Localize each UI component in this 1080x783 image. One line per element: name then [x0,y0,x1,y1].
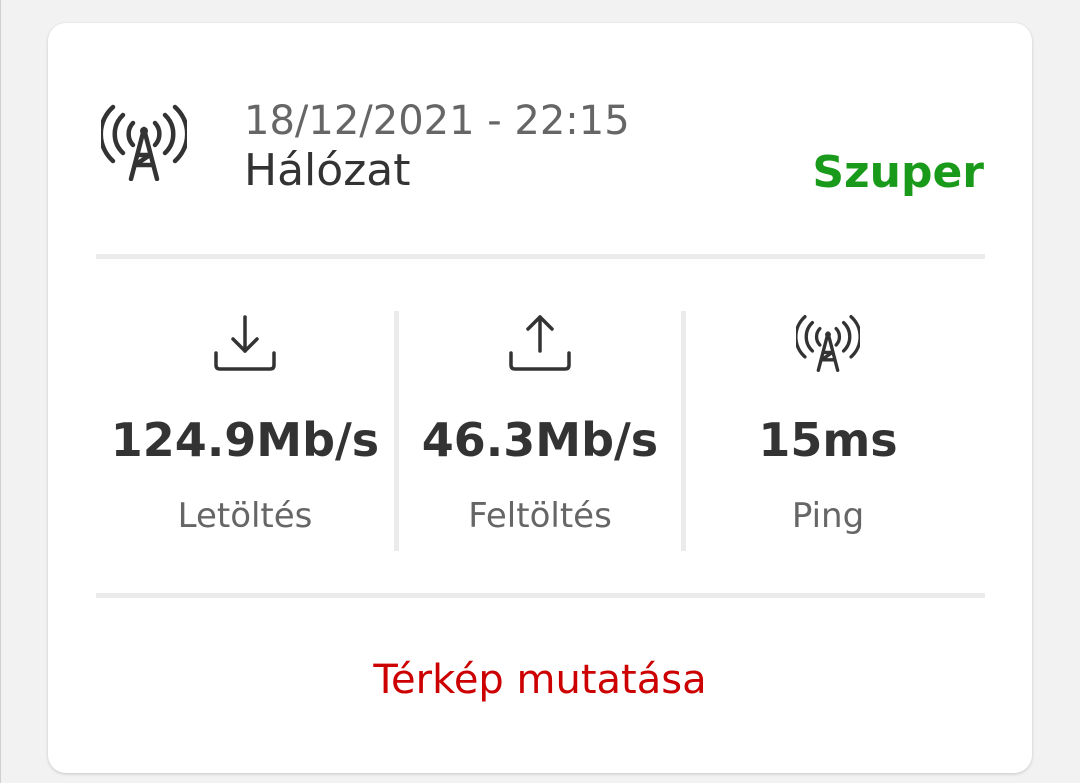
download-metric: 124.9Mb/s Letöltés [96,311,394,551]
network-title: Hálózat [244,145,411,196]
ping-label: Ping [791,496,865,536]
speedtest-result-card[interactable]: 18/12/2021 - 22:15 Hálózat Szuper 124.9M… [48,23,1032,773]
antenna-icon [101,104,187,181]
test-datetime: 18/12/2021 - 22:15 [244,98,630,144]
upload-label: Feltöltés [468,496,612,536]
upload-icon [509,315,571,371]
quality-rating: Szuper [812,147,984,198]
download-label: Letöltés [177,496,313,536]
antenna-icon [796,315,860,372]
ping-value: 15ms [758,413,898,467]
download-icon [214,315,276,371]
divider [96,254,985,259]
left-edge-border [0,0,1,783]
ping-metric: 15ms Ping [686,311,970,551]
divider [96,593,985,598]
upload-value: 46.3Mb/s [421,413,659,467]
upload-metric: 46.3Mb/s Feltöltés [399,311,681,551]
show-map-link[interactable]: Térkép mutatása [48,660,1032,700]
download-value: 124.9Mb/s [110,413,380,467]
